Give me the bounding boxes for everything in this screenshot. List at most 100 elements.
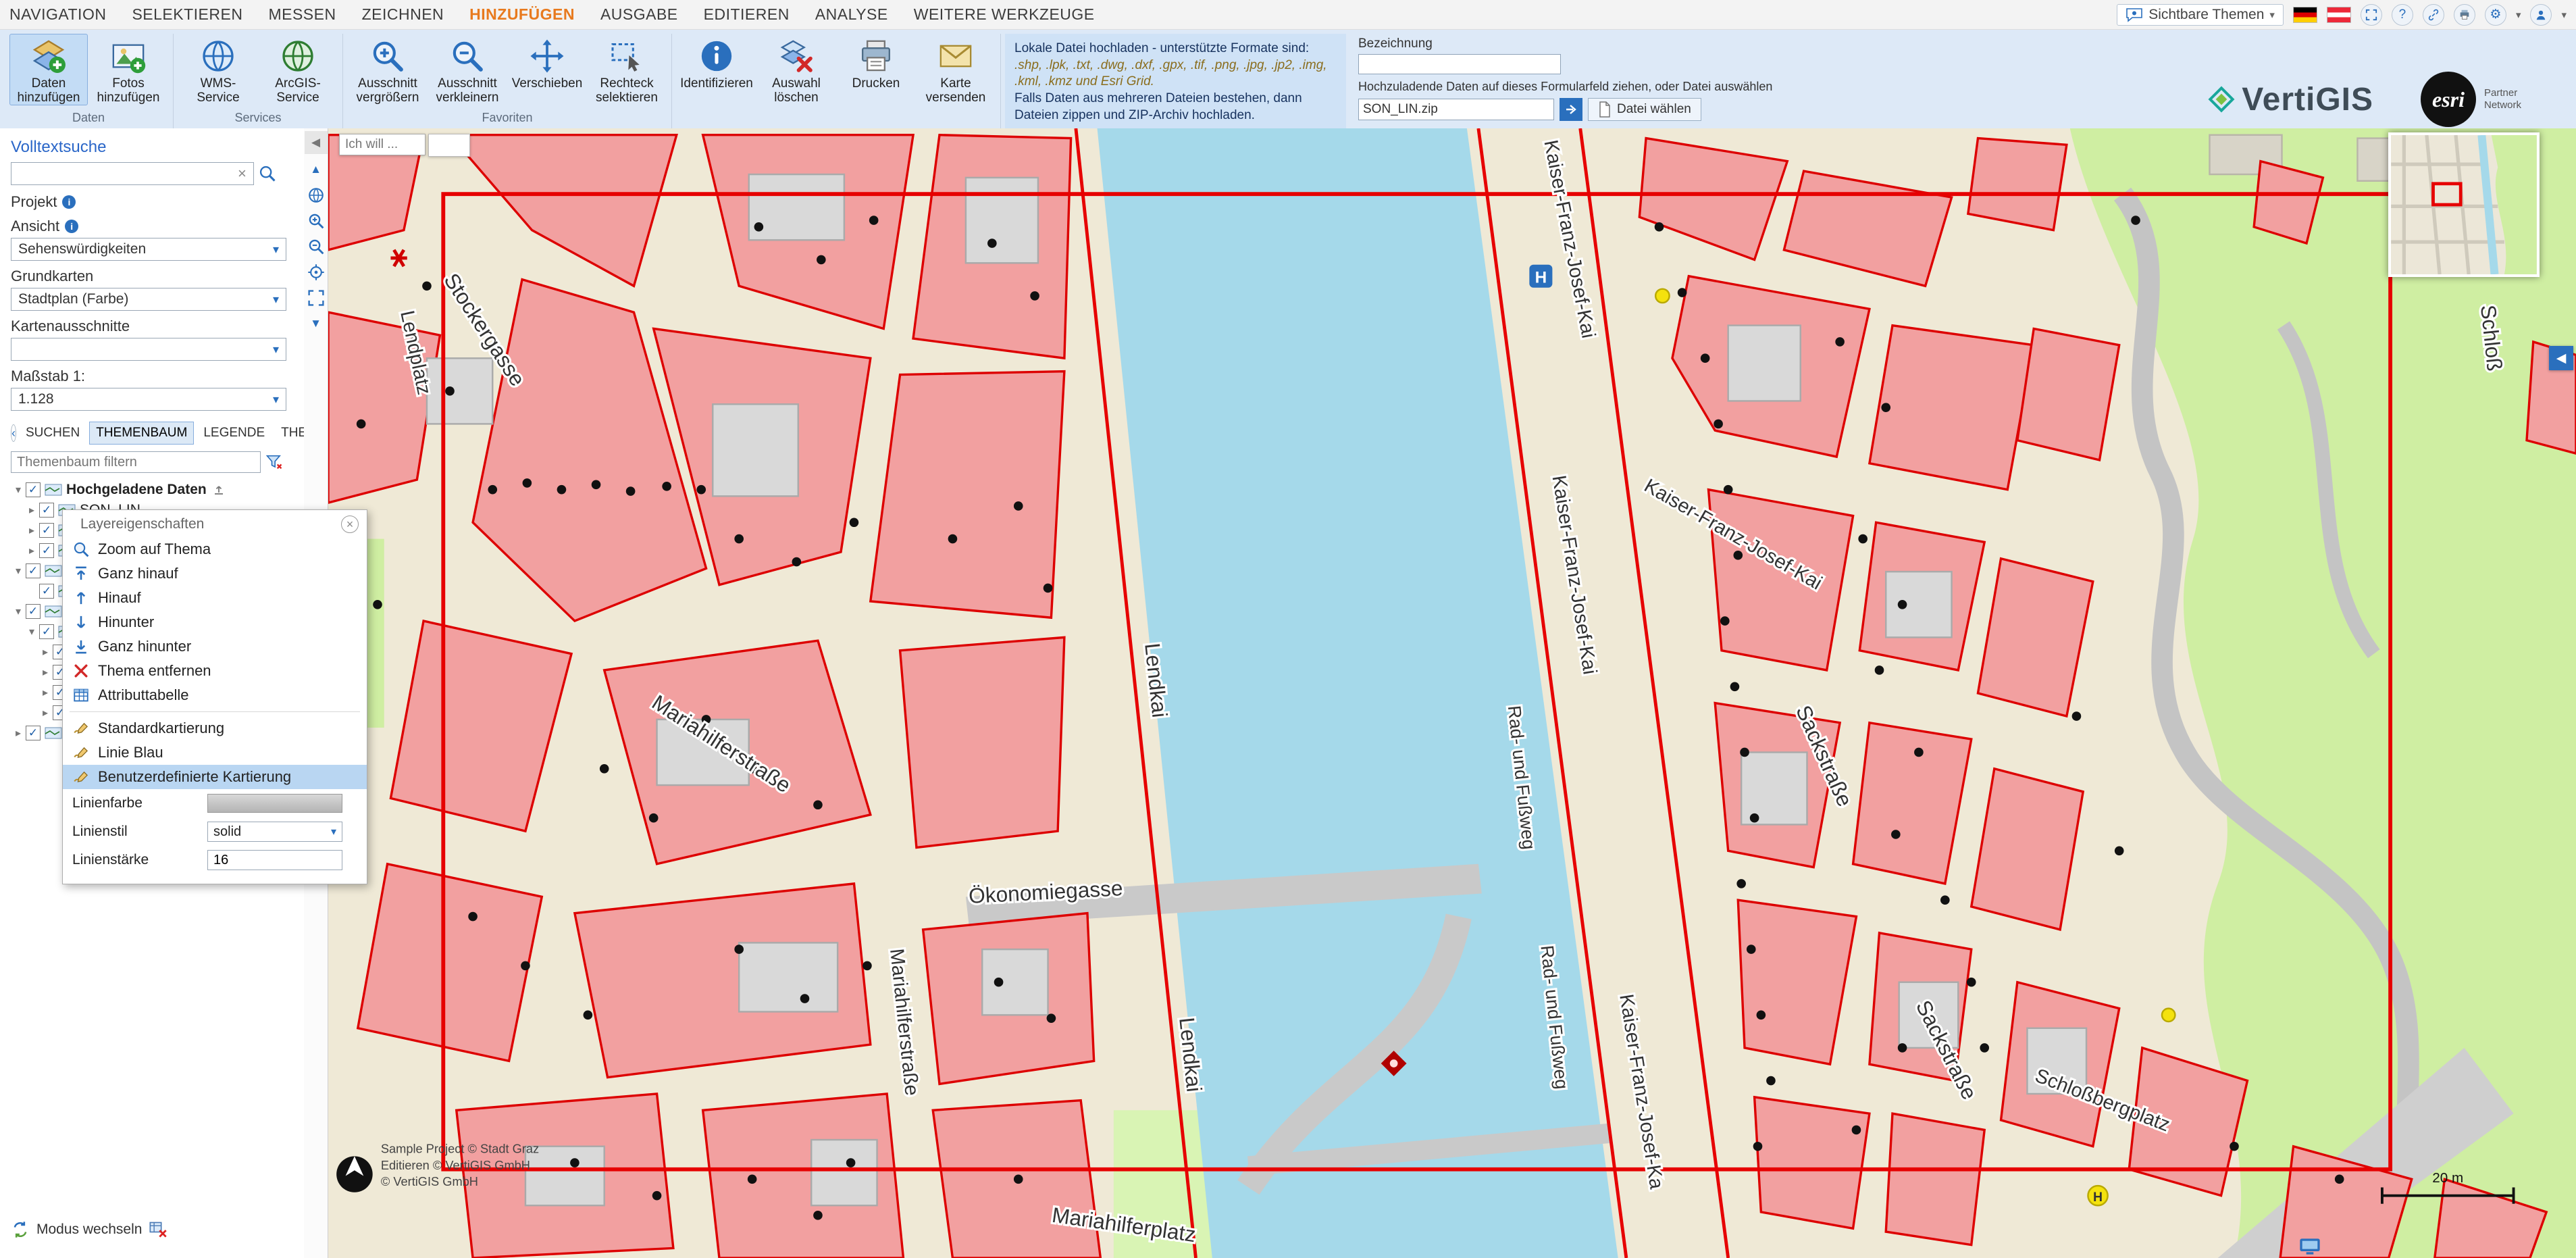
user-icon[interactable] [2530,4,2552,26]
expand-icon[interactable]: ▸ [38,665,53,679]
layer-checkbox[interactable]: ✓ [39,624,54,639]
custom-mapping-menu-item[interactable]: Benutzerdefinierte Kartierung [63,765,367,789]
search-icon[interactable] [258,164,277,183]
line-color-swatch[interactable] [207,794,342,813]
collapse-icon[interactable]: ▾ [11,564,26,578]
line-style-select[interactable]: solid▾ [207,822,342,842]
zoom-in-extent-button[interactable]: Ausschnitt vergrößern [349,34,427,105]
tab-legende[interactable]: LEGENDE [197,422,272,445]
move-down-menu-item[interactable]: Hinunter [63,610,367,634]
system-tray-icon[interactable] [2299,1238,2321,1255]
layer-checkbox[interactable]: ✓ [39,523,54,538]
menubar-tab[interactable]: SELEKTIEREN [132,5,242,24]
view-select[interactable]: Sehenswürdigkeiten▾ [11,238,286,261]
flag-germany-icon[interactable] [2293,7,2317,23]
expand-icon[interactable]: ▸ [38,645,53,659]
zoom-out-extent-button[interactable]: Ausschnitt verkleinern [428,34,507,105]
move-bottom-menu-item[interactable]: Ganz hinunter [63,634,367,659]
menubar-tab[interactable]: NAVIGATION [9,5,106,24]
clear-search-icon[interactable]: × [238,165,254,182]
menubar-tab[interactable]: MESSEN [268,5,336,24]
print-button[interactable]: Drucken [837,34,915,105]
visible-themes-button[interactable]: Sichtbare Themen ▾ [2117,4,2284,26]
zoom-in-button[interactable] [306,211,326,231]
expand-icon[interactable]: ▸ [38,686,53,699]
menubar-tab[interactable]: WEITERE WERKZEUGE [914,5,1095,24]
scroll-up-button[interactable]: ▲ [306,159,326,180]
clear-selection-button[interactable]: Auswahl löschen [757,34,835,105]
help-icon[interactable]: ? [2392,4,2413,26]
scale-select[interactable]: 1.128▾ [11,388,286,411]
layer-checkbox[interactable]: ✓ [26,726,41,740]
expand-icon[interactable]: ▸ [11,726,26,740]
tabs-scroll-left-icon[interactable]: ‹ [11,424,16,442]
line-width-input[interactable] [207,850,342,870]
fullscreen-map-button[interactable] [306,288,326,308]
layer-checkbox[interactable]: ✓ [26,563,41,578]
collapse-icon[interactable]: ▾ [24,625,39,638]
layer-checkbox[interactable]: ✓ [26,482,41,497]
standard-mapping-menu-item[interactable]: Standardkartierung [63,716,367,740]
tab-themenbaum[interactable]: THEMENBAUM [89,422,194,445]
fullscreen-icon[interactable] [2361,4,2382,26]
wms-service-button[interactable]: WMS-Service [179,34,257,105]
flag-austria-icon[interactable] [2327,7,2351,23]
collapse-icon[interactable]: ▾ [11,605,26,618]
map-canvas[interactable]: H H StockergasseLendplatzMariahilferstra… [328,128,2576,1258]
identify-button[interactable]: Identifizieren [677,34,756,105]
move-up-menu-item[interactable]: Hinauf [63,586,367,610]
print-icon[interactable] [2454,4,2475,26]
select-rectangle-button[interactable]: Rechteck selektieren [588,34,666,105]
layer-checkbox[interactable]: ✓ [39,543,54,558]
i-want-to-suggestion-box[interactable] [428,134,470,157]
collapse-sidebar-button[interactable]: ◀ [305,131,328,154]
full-extent-button[interactable] [306,185,326,205]
menubar-tab[interactable]: HINZUFÜGEN [469,5,575,24]
remove-theme-menu-item[interactable]: Thema entfernen [63,659,367,683]
info-icon[interactable]: i [65,220,78,233]
theme-filter-input[interactable] [11,451,261,473]
menubar-tab[interactable]: ANALYSE [815,5,888,24]
bezeichnung-input[interactable] [1358,54,1561,74]
i-want-to-input[interactable] [339,134,426,155]
settings-icon[interactable]: ⚙ [2485,4,2506,26]
pan-button[interactable]: Verschieben [508,34,586,105]
menubar-tab[interactable]: ZEICHNEN [362,5,444,24]
fulltext-search-input[interactable] [11,162,254,185]
overview-toggle-button[interactable]: ◀ [2549,346,2573,370]
scroll-down-button[interactable]: ▼ [306,313,326,334]
overview-map[interactable] [2388,132,2540,277]
move-top-menu-item[interactable]: Ganz hinauf [63,561,367,586]
tab-suchen[interactable]: SUCHEN [19,422,86,445]
add-data-button[interactable]: Daten hinzufügen [9,34,88,105]
zoom-to-theme-menu-item[interactable]: Zoom auf Thema [63,537,367,561]
basemap-select[interactable]: Stadtplan (Farbe)▾ [11,288,286,311]
close-icon[interactable]: × [341,515,359,533]
add-photos-button[interactable]: Fotos hinzufügen [89,34,168,105]
tree-item[interactable]: ▾✓Hochgeladene Daten [11,480,293,500]
send-map-button[interactable]: Karte versenden [917,34,995,105]
menubar-tab[interactable]: AUSGABE [600,5,678,24]
file-name-input[interactable] [1358,99,1554,120]
tab-them[interactable]: THEM [274,422,304,445]
filter-icon[interactable] [265,453,284,472]
extents-select[interactable]: ▾ [11,338,286,361]
expand-icon[interactable]: ▸ [24,524,39,537]
expand-icon[interactable]: ▸ [24,544,39,557]
layer-checkbox[interactable]: ✓ [39,584,54,599]
layer-checkbox[interactable]: ✓ [26,604,41,619]
line-blue-mapping-menu-item[interactable]: Linie Blau [63,740,367,765]
expand-icon[interactable]: ▸ [38,706,53,720]
choose-file-button[interactable]: Datei wählen [1588,98,1701,121]
attribute-table-menu-item[interactable]: Attributtabelle [63,683,367,707]
collapse-icon[interactable]: ▾ [11,483,26,497]
upload-submit-button[interactable] [1560,98,1582,121]
arcgis-service-button[interactable]: ArcGIS-Service [259,34,337,105]
switch-mode-control[interactable]: Modus wechseln [11,1220,168,1239]
expand-icon[interactable]: ▸ [24,503,39,517]
center-map-button[interactable] [306,262,326,282]
menubar-tab[interactable]: EDITIEREN [704,5,790,24]
info-icon[interactable]: i [62,195,76,209]
link-icon[interactable] [2423,4,2444,26]
layer-checkbox[interactable]: ✓ [39,503,54,518]
